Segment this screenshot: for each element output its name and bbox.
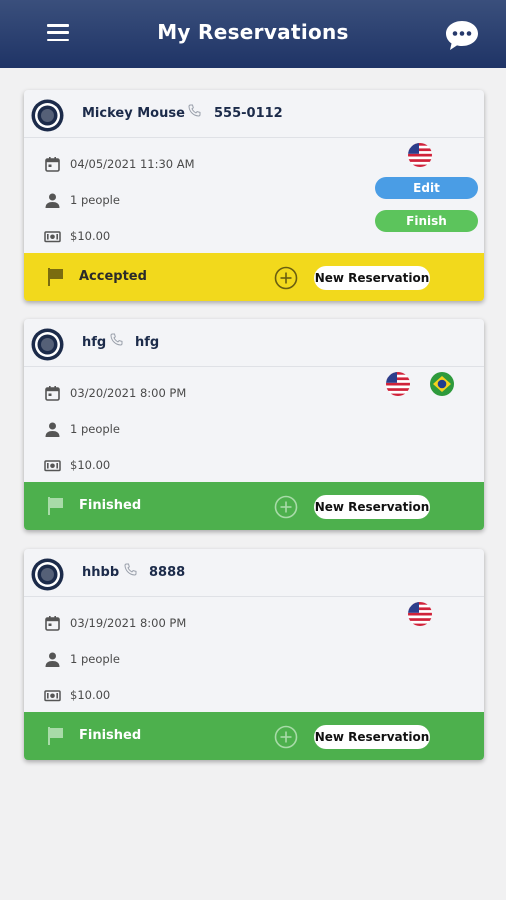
status-label: Finished	[79, 728, 142, 743]
reservation-card[interactable]: Mickey Mouse 555-0112 04/05/2021 11:30 A…	[24, 90, 484, 301]
new-reservation-button[interactable]: New Reservation	[314, 495, 430, 519]
person-icon	[44, 421, 61, 438]
finish-button[interactable]: Finish	[375, 210, 478, 232]
phone-number: 8888	[149, 565, 186, 580]
restaurant-logo-icon	[31, 328, 64, 361]
status-flag-icon	[46, 496, 66, 516]
edit-button[interactable]: Edit	[375, 177, 478, 199]
phone-icon	[124, 563, 137, 576]
restaurant-logo-icon	[31, 99, 64, 132]
reservation-datetime: 04/05/2021 11:30 AM	[70, 157, 195, 171]
person-icon	[44, 192, 61, 209]
us-flag-icon	[386, 372, 410, 396]
person-icon	[44, 651, 61, 668]
status-flag-icon	[46, 726, 66, 746]
add-circle-icon[interactable]	[274, 725, 298, 749]
new-reservation-button[interactable]: New Reservation	[314, 266, 430, 290]
status-bar-accepted: Accepted New Reservation	[24, 253, 484, 301]
card-header: hfg hfg	[24, 319, 484, 367]
add-circle-icon[interactable]	[274, 266, 298, 290]
guest-name: Mickey Mouse	[82, 106, 185, 121]
brazil-flag-icon	[430, 372, 454, 396]
people-count: 1 people	[70, 652, 120, 666]
us-flag-icon	[408, 143, 432, 167]
chat-bubble-icon[interactable]	[444, 19, 480, 53]
price: $10.00	[70, 458, 111, 472]
money-icon	[44, 687, 61, 704]
status-label: Accepted	[79, 269, 147, 284]
money-icon	[44, 228, 61, 245]
money-icon	[44, 457, 61, 474]
reservation-datetime: 03/20/2021 8:00 PM	[70, 386, 187, 400]
calendar-icon	[44, 615, 61, 632]
status-bar-finished: Finished New Reservation	[24, 482, 484, 530]
price: $10.00	[70, 229, 111, 243]
card-header: Mickey Mouse 555-0112	[24, 90, 484, 138]
calendar-icon	[44, 156, 61, 173]
new-reservation-button[interactable]: New Reservation	[314, 725, 430, 749]
restaurant-logo-icon	[31, 558, 64, 591]
calendar-icon	[44, 385, 61, 402]
phone-number: hfg	[135, 335, 160, 350]
page-title: My Reservations	[157, 20, 349, 44]
card-header: hhbb 8888	[24, 549, 484, 597]
people-count: 1 people	[70, 422, 120, 436]
status-label: Finished	[79, 498, 142, 513]
price: $10.00	[70, 688, 111, 702]
reservation-card[interactable]: hhbb 8888 03/19/2021 8:00 PM 1 people $1…	[24, 549, 484, 760]
add-circle-icon[interactable]	[274, 495, 298, 519]
people-count: 1 people	[70, 193, 120, 207]
reservation-datetime: 03/19/2021 8:00 PM	[70, 616, 187, 630]
phone-icon	[110, 333, 123, 346]
us-flag-icon	[408, 602, 432, 626]
status-flag-icon	[46, 267, 66, 287]
status-bar-finished: Finished New Reservation	[24, 712, 484, 760]
phone-number: 555-0112	[214, 106, 283, 121]
guest-name: hhbb	[82, 565, 120, 580]
reservation-card[interactable]: hfg hfg 03/20/2021 8:00 PM 1 people $10.…	[24, 319, 484, 530]
guest-name: hfg	[82, 335, 107, 350]
app-bar: My Reservations	[0, 0, 506, 68]
phone-icon	[188, 104, 201, 117]
